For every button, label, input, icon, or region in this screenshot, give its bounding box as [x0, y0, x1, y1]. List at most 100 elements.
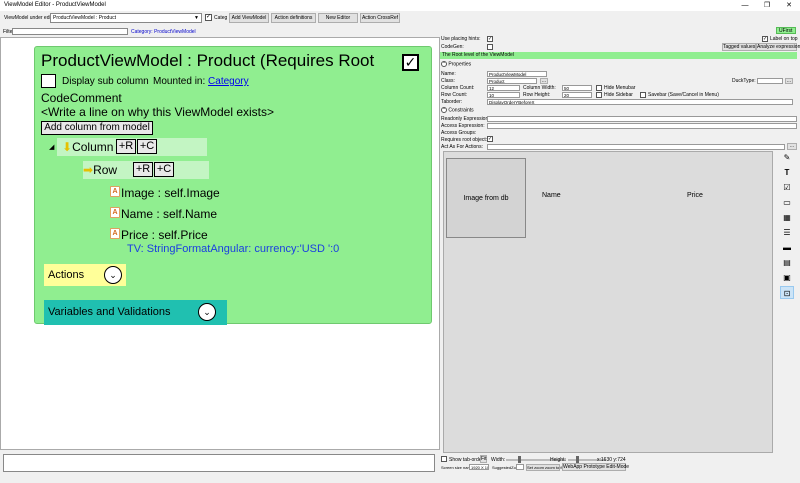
ducktype-browse-button[interactable]: ... [785, 78, 793, 84]
display-sub-column-label: Display sub column [62, 76, 149, 87]
show-tab-order-checkbox[interactable] [441, 456, 447, 462]
checkbox-icon[interactable]: ☑ [780, 181, 794, 194]
code-comment-text[interactable]: <Write a line on why this ViewModel exis… [41, 105, 274, 119]
row-node[interactable]: ➡Row [83, 163, 117, 177]
constraints-header: Constraints [448, 107, 474, 114]
list-icon[interactable]: ☰ [780, 226, 794, 239]
requires-root-object-checkbox[interactable]: ✓ [487, 136, 493, 142]
height-slider-thumb[interactable] [576, 456, 579, 463]
label-on-top-checkbox[interactable]: ✓ [762, 36, 768, 42]
image-placeholder[interactable]: Image from db [446, 158, 526, 238]
add-viewmodel-button[interactable]: Add ViewModel [229, 13, 269, 23]
constraints-expander[interactable]: ⌃ Constraints [441, 107, 474, 113]
viewmodel-card[interactable]: ProductViewModel : Product (Requires Roo… [34, 46, 432, 325]
taborder-select[interactable]: DisplayOrderYBeforeX [487, 99, 793, 105]
row-height-input[interactable]: 20 [562, 92, 592, 98]
title-bar: ViewModel Editor - ProductViewModel — ❐ … [0, 0, 800, 11]
column-width-input[interactable]: 50 [562, 85, 592, 91]
ducktype-select[interactable] [757, 78, 783, 84]
readonly-expression-input[interactable] [487, 116, 797, 122]
new-editor-button[interactable]: New Editor [318, 13, 358, 23]
use-placing-hints-checkbox[interactable]: ✓ [487, 36, 493, 42]
category-link[interactable]: Category: ProductViewModel [131, 29, 196, 35]
requires-root-checkbox[interactable]: ✓ [402, 54, 419, 71]
class-select[interactable]: Product [487, 78, 537, 84]
table-icon[interactable]: ▭ [780, 196, 794, 209]
suggested-zoom-input[interactable] [516, 464, 524, 470]
actions-label: Actions [48, 269, 85, 281]
action-crossref-button[interactable]: Action CrossRef [360, 13, 400, 23]
access-expression-input[interactable] [487, 123, 797, 129]
price-node[interactable]: Price : self.Price [121, 228, 208, 242]
button-icon[interactable]: ▬ [780, 241, 794, 254]
panel-icon[interactable]: ▤ [780, 256, 794, 269]
chevron-down-icon[interactable]: ⌄ [198, 303, 216, 321]
column-count-input[interactable]: 12 [487, 85, 520, 91]
properties-pane: UFirst Use placing hints: ✓ ✓ Label on t… [440, 27, 800, 483]
fit-button[interactable]: Fit [480, 455, 487, 463]
properties-expander[interactable]: ⌃ Properties [441, 61, 471, 67]
savebar-checkbox[interactable] [640, 92, 646, 98]
name-input[interactable]: ProductViewModel [487, 71, 547, 77]
collapse-triangle-icon[interactable]: ◢ [49, 143, 54, 151]
actions-section[interactable]: Actions ⌄ [44, 264, 126, 286]
column-node[interactable]: ⬇Column [62, 140, 113, 154]
row-node-label: Row [93, 163, 118, 177]
minimize-icon[interactable]: — [734, 0, 756, 11]
analyze-expressions-button[interactable]: Analyze expressions [756, 43, 800, 51]
name-label: Name: [441, 71, 456, 77]
action-definitions-button[interactable]: Action definitions [271, 13, 316, 23]
viewmodel-select[interactable]: ProductViewModel : Product ▼ [50, 13, 202, 23]
taborder-select-value: DisplayOrderYBeforeX [489, 100, 535, 105]
chevron-down-icon[interactable]: ⌄ [104, 266, 122, 284]
text-icon[interactable]: T [780, 166, 794, 179]
class-select-value: Product [489, 79, 505, 84]
column-add-row-button[interactable]: +R [116, 139, 136, 154]
row-height-label: Row Height: [523, 92, 551, 98]
viewmodel-icon[interactable]: ⊡ [780, 286, 794, 299]
tagged-values-button[interactable]: Tagged values [722, 43, 756, 51]
chevron-up-icon: ⌃ [441, 61, 447, 67]
main-toolbar: ViewModel under edit: ProductViewModel :… [0, 11, 800, 26]
close-icon[interactable]: ✕ [778, 0, 800, 11]
image-node[interactable]: Image : self.Image [121, 186, 220, 200]
mounted-in-link[interactable]: Category [208, 76, 249, 87]
show-tab-order-label: Show tab-order [449, 457, 484, 463]
edit-icon[interactable]: ✎ [780, 151, 794, 164]
column-add-column-button[interactable]: +C [137, 139, 157, 154]
price-format: TV: StringFormatAngular: currency:'USD '… [127, 243, 340, 255]
variables-section[interactable]: Variables and Validations ⌄ [44, 300, 227, 325]
prototype-preview[interactable]: Image from db Name Price [443, 151, 773, 453]
row-add-row-button[interactable]: +R [133, 162, 153, 177]
row-count-input[interactable]: 10 [487, 92, 520, 98]
hide-sidebar-checkbox[interactable] [596, 92, 602, 98]
chevron-up-icon: ⌃ [441, 107, 447, 113]
label-on-top-label: Label on top [770, 36, 798, 42]
maximize-icon[interactable]: ❐ [756, 0, 778, 11]
image-icon[interactable]: ▣ [780, 271, 794, 284]
categ-checkbox[interactable]: ✓ [205, 14, 212, 21]
width-label: Width: [491, 457, 506, 463]
name-node[interactable]: Name : self.Name [121, 207, 217, 221]
width-slider-thumb[interactable] [518, 456, 521, 463]
bottom-text-box[interactable] [3, 454, 435, 472]
add-column-button[interactable]: Add column from model [41, 121, 153, 135]
readonly-expression-label: Readonly Expression: [441, 116, 490, 122]
class-browse-button[interactable]: ... [540, 78, 548, 84]
ufirst-badge[interactable]: UFirst [776, 27, 796, 34]
set-zoom-button[interactable]: Set zoom zoom to fit [526, 464, 563, 471]
ducktype-label: DuckType: [732, 78, 756, 84]
codegen-checkbox[interactable] [487, 44, 493, 50]
row-add-column-button[interactable]: +C [154, 162, 174, 177]
calendar-icon[interactable]: ▦ [780, 211, 794, 224]
act-as-browse-button[interactable]: ... [787, 143, 797, 150]
column-width-label: Column Width: [523, 85, 556, 91]
screen-size-input[interactable]: 1920 X 1080 [469, 464, 489, 470]
arrow-down-icon: ⬇ [62, 140, 73, 154]
use-placing-hints-label: Use placing hints: [441, 36, 481, 42]
hide-menubar-checkbox[interactable] [596, 85, 602, 91]
act-as-for-actions-input[interactable] [487, 144, 785, 150]
webapp-prototype-button[interactable]: WebApp Prototype Edit-Mode [562, 463, 629, 471]
display-sub-column-checkbox[interactable] [41, 74, 56, 88]
filter-input[interactable] [12, 28, 128, 35]
